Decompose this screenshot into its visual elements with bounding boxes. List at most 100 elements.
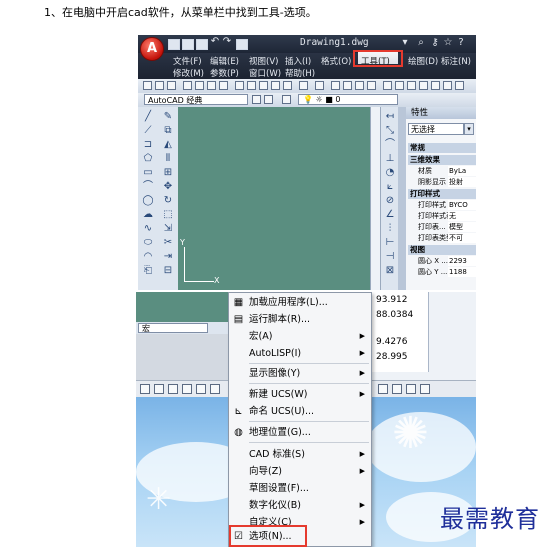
radius-icon[interactable]: ◔ (384, 167, 396, 179)
scale-icon[interactable]: ⬚ (162, 209, 174, 221)
property-value[interactable]: 投射 (448, 177, 476, 187)
tolerance-icon[interactable]: ⊠ (384, 265, 396, 277)
menu-item-cad-standards[interactable]: CAD 标准(S) ▶ (229, 446, 371, 463)
paste-icon[interactable] (259, 81, 268, 90)
redo-icon[interactable]: ↷ (222, 37, 232, 47)
array-icon[interactable]: ⊞ (162, 167, 174, 179)
baseline-icon[interactable]: ⊢ (384, 237, 396, 249)
property-value[interactable]: BYCO (448, 200, 476, 210)
block-editor-icon[interactable] (283, 81, 292, 90)
move-icon[interactable]: ✥ (162, 181, 174, 193)
line-icon[interactable]: ╱ (142, 111, 154, 123)
zoom-realtime-icon[interactable] (343, 81, 352, 90)
new-file-icon[interactable] (168, 39, 180, 50)
menu-help[interactable]: 帮助(H) (285, 67, 315, 79)
circle-icon[interactable]: ◯ (142, 195, 154, 207)
jogged-icon[interactable]: ⟀ (384, 181, 396, 193)
quickcalc-icon[interactable] (443, 81, 452, 90)
pan-icon[interactable] (331, 81, 340, 90)
clean-screen-icon[interactable] (420, 384, 430, 394)
ortho-icon[interactable] (154, 384, 164, 394)
construction-line-icon[interactable]: ⟋ (142, 125, 154, 137)
otrack-icon[interactable] (196, 384, 206, 394)
menu-item-tablet[interactable]: 数字化仪(B) ▶ (229, 497, 371, 514)
save-icon[interactable] (196, 39, 208, 50)
sheet-set-icon[interactable] (419, 81, 428, 90)
publish-icon[interactable] (207, 81, 216, 90)
menu-item-display-image[interactable]: 显示图像(Y) ▶ (229, 365, 371, 382)
insert-block-icon[interactable]: ⎗ (142, 265, 154, 277)
menu-edit[interactable]: 编辑(E) (210, 55, 239, 67)
dropdown-icon[interactable]: ▾ (400, 38, 410, 48)
dimension-icon[interactable]: ↤ (384, 111, 396, 123)
drawing-area[interactable] (136, 292, 228, 322)
workspace-select[interactable]: AutoCAD 经典 (144, 94, 248, 105)
save-icon[interactable] (167, 81, 176, 90)
section-3d[interactable]: 三维效果 (408, 155, 476, 165)
menu-draw[interactable]: 绘图(D) (408, 55, 438, 67)
drawing-area[interactable]: Y X (178, 107, 370, 290)
quick-dim-icon[interactable]: ⫶ (384, 223, 396, 235)
preview-icon[interactable] (195, 81, 204, 90)
annotation-icon[interactable] (378, 384, 388, 394)
rectangle-icon[interactable]: ▭ (142, 167, 154, 179)
application-menu-button[interactable]: A (140, 37, 164, 61)
ellipse-arc-icon[interactable]: ◠ (142, 251, 154, 263)
open-icon[interactable] (155, 81, 164, 90)
menu-file[interactable]: 文件(F) (173, 55, 202, 67)
property-value[interactable]: 无 (448, 211, 476, 221)
grid-icon[interactable] (140, 384, 150, 394)
menu-format[interactable]: 格式(O) (321, 55, 351, 67)
menu-window[interactable]: 窗口(W) (249, 67, 281, 79)
property-value[interactable]: 2293 (448, 256, 476, 266)
copy-object-icon[interactable]: ⧉ (162, 125, 174, 137)
diameter-icon[interactable]: ⊘ (384, 195, 396, 207)
menu-item-autolisp[interactable]: AutoLISP(I) ▶ (229, 345, 371, 362)
rotate-icon[interactable]: ↻ (162, 195, 174, 207)
design-center-icon[interactable] (395, 81, 404, 90)
ordinate-icon[interactable]: ⊥ (384, 153, 396, 165)
property-value[interactable]: 1188 (448, 267, 476, 277)
selection-dropdown[interactable]: 无选择 (408, 123, 464, 135)
key-icon[interactable]: ⚷ (430, 38, 440, 48)
markup-icon[interactable] (431, 81, 440, 90)
property-value[interactable]: 模型 (448, 222, 476, 232)
break-icon[interactable]: ⊟ (162, 265, 174, 277)
menu-item-new-ucs[interactable]: 新建 UCS(W) ▶ (229, 386, 371, 403)
menu-item-load-application[interactable]: ▦ 加载应用程序(L)... (229, 294, 371, 311)
offset-icon[interactable]: ⫴ (162, 153, 174, 165)
menu-modify[interactable]: 修改(M) (173, 67, 204, 79)
macro-select[interactable]: 宏 (138, 323, 208, 333)
property-value[interactable]: ByLa (448, 166, 476, 176)
match-properties-icon[interactable] (271, 81, 280, 90)
copy-icon[interactable] (247, 81, 256, 90)
help-icon[interactable]: ? (456, 38, 466, 48)
revision-cloud-icon[interactable]: ☁ (142, 209, 154, 221)
workspace-settings-icon[interactable] (252, 95, 261, 104)
menu-item-macro[interactable]: 宏(A) ▶ (229, 328, 371, 345)
layer-control[interactable]: 💡 ☼ ■ 0 (298, 94, 398, 105)
polar-icon[interactable] (168, 384, 178, 394)
spline-icon[interactable]: ∿ (142, 223, 154, 235)
binoculars-icon[interactable]: ⌕ (416, 38, 426, 48)
workspace-toggle-icon[interactable] (264, 95, 273, 104)
tool-palettes-icon[interactable] (407, 81, 416, 90)
erase-icon[interactable]: ✎ (162, 111, 174, 123)
menu-item-drafting-settings[interactable]: 草图设置(F)... (229, 480, 371, 497)
help-toolbar-icon[interactable] (455, 81, 464, 90)
plot-icon[interactable] (183, 81, 192, 90)
menu-view[interactable]: 视图(V) (249, 55, 278, 67)
osnap-icon[interactable] (182, 384, 192, 394)
quick-select-icon[interactable]: ▾ (464, 123, 474, 135)
ellipse-icon[interactable]: ⬭ (142, 237, 154, 249)
print-icon[interactable] (236, 39, 248, 50)
menu-item-named-ucs[interactable]: ⊾ 命名 UCS(U)... (229, 403, 371, 420)
section-view[interactable]: 视图 (408, 245, 476, 255)
workspace-switch-icon[interactable] (392, 384, 402, 394)
menu-item-wizards[interactable]: 向导(Z) ▶ (229, 463, 371, 480)
cut-icon[interactable] (235, 81, 244, 90)
arc-icon[interactable]: ⌒ (142, 181, 154, 193)
menu-parametric[interactable]: 参数(P) (210, 67, 239, 79)
zoom-previous-icon[interactable] (367, 81, 376, 90)
ducs-icon[interactable] (210, 384, 220, 394)
